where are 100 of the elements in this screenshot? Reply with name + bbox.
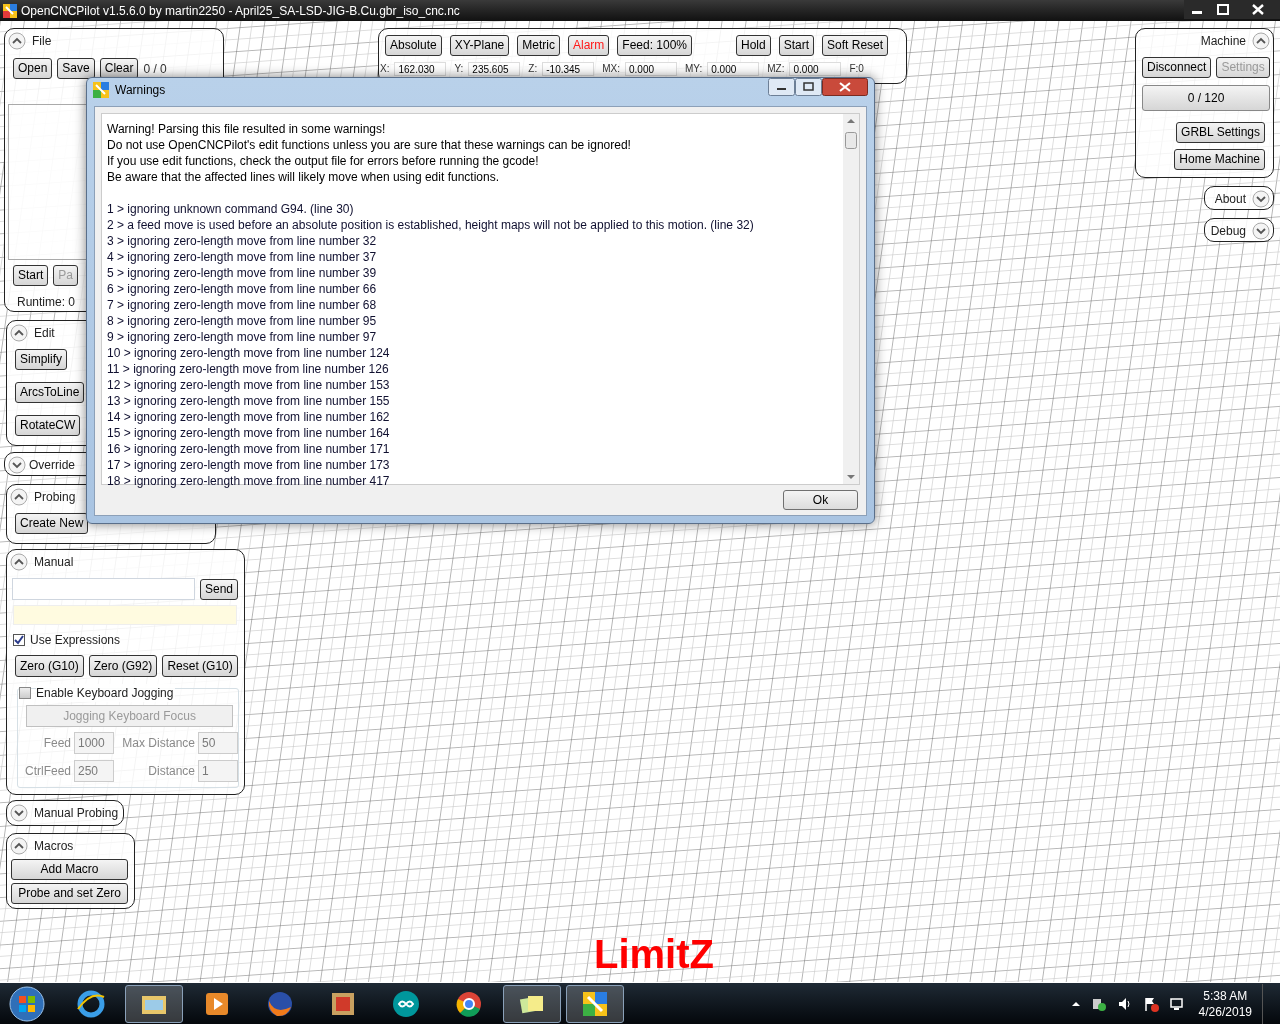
close-icon[interactable]: [822, 78, 868, 96]
mode-button[interactable]: Feed: 100%: [617, 35, 693, 56]
app-logo-icon: [93, 82, 109, 98]
app-logo-icon: [3, 3, 17, 18]
panel-title: Debug: [1210, 223, 1246, 240]
panel-title: Machine: [1200, 33, 1246, 50]
file-button[interactable]: Save: [57, 58, 95, 79]
warning-line: 2 > a feed move is used before an absolute position is established, height maps will not be applied to this motion. (line 32): [107, 217, 755, 233]
position-value: -10.345: [542, 61, 595, 76]
position-label: Y:: [454, 62, 464, 76]
edit-button[interactable]: ArcsToLine: [15, 382, 85, 403]
control-button[interactable]: Soft Reset: [822, 35, 889, 56]
file-count: 0 / 0: [143, 60, 167, 78]
edit-button[interactable]: RotateCW: [15, 415, 81, 436]
clock[interactable]: 5:38 AM 4/26/2019: [1198, 987, 1252, 1020]
limit-label: LimitZ: [594, 931, 714, 978]
warning-message: If you use edit functions, check the output file for errors before running the gcode!: [107, 153, 540, 169]
position-label: MX:: [602, 62, 621, 76]
clock-time: 5:38 AM: [1203, 987, 1248, 1004]
checkbox[interactable]: [19, 687, 31, 699]
control-button[interactable]: Start: [778, 35, 815, 56]
ok-button[interactable]: Ok: [783, 490, 858, 510]
panel-title: File: [32, 33, 52, 50]
zero-button[interactable]: Zero (G92): [88, 655, 158, 677]
position-value: 162.030: [394, 61, 447, 76]
position-value: 235.605: [468, 61, 521, 76]
panel-title: Manual Probing: [34, 805, 119, 822]
collapse-chevron-icon[interactable]: [10, 324, 28, 342]
collapse-chevron-icon[interactable]: [10, 488, 28, 506]
panel-title: Edit: [34, 325, 55, 342]
input-field[interactable]: 1: [198, 760, 238, 782]
network-icon[interactable]: [1168, 995, 1185, 1012]
panel-title: Macros: [34, 838, 74, 855]
checkbox[interactable]: [13, 634, 25, 646]
dialog-title: Warnings: [115, 82, 166, 99]
run-button[interactable]: Start: [13, 265, 49, 286]
notes-icon[interactable]: [503, 984, 561, 1023]
minimize-icon[interactable]: [768, 78, 795, 96]
close-icon[interactable]: [1236, 0, 1280, 19]
expand-chevron-icon[interactable]: [1252, 190, 1270, 208]
edit-button[interactable]: Simplify: [15, 349, 67, 370]
warning-line: 1 > ignoring unknown command G94. (line 30): [107, 201, 355, 217]
warning-line: 5 > ignoring zero-length move from line number 39: [107, 265, 378, 281]
collapse-chevron-icon[interactable]: [10, 837, 28, 855]
start-button[interactable]: [8, 984, 46, 1023]
warning-line: 17 > ignoring zero-length move from line number 173: [107, 457, 391, 473]
collapse-chevron-icon[interactable]: [1252, 32, 1270, 50]
home-machine-button[interactable]: Home Machine: [1174, 149, 1265, 170]
position-label: MY:: [685, 62, 703, 76]
expand-chevron-icon[interactable]: [1252, 222, 1270, 240]
warning-message: Warning! Parsing this file resulted in some warnings!: [107, 121, 387, 137]
machine-button[interactable]: Disconnect: [1142, 57, 1212, 78]
panel-title: Probing: [34, 489, 76, 506]
warning-line: 10 > ignoring zero-length move from line number 124: [107, 345, 391, 361]
minimize-icon[interactable]: [1184, 0, 1210, 19]
collapse-chevron-icon[interactable]: [8, 32, 26, 50]
grbl-settings-button[interactable]: GRBL Settings: [1176, 122, 1265, 143]
input-field[interactable]: 250: [74, 760, 114, 782]
warning-line: 11 > ignoring zero-length move from line number 126: [107, 361, 390, 377]
position-label: MZ:: [767, 62, 785, 76]
panel-title: Manual: [34, 554, 74, 571]
input-field[interactable]: 1000: [74, 732, 114, 754]
checkbox-label: Enable Keyboard Jogging: [36, 684, 176, 702]
file-button[interactable]: Open: [13, 58, 53, 79]
expand-chevron-icon[interactable]: [8, 456, 26, 474]
expand-chevron-icon[interactable]: [10, 804, 28, 822]
position-value: 0.000: [707, 61, 760, 76]
macro-button[interactable]: Add Macro: [11, 859, 128, 880]
warning-message: Do not use OpenCNCPilot's edit functions unless you are sure that these warnings can be ignored!: [107, 137, 632, 153]
command-input-field[interactable]: [12, 578, 195, 600]
scrollbar[interactable]: [843, 114, 859, 484]
zero-button[interactable]: Zero (G10): [15, 655, 84, 677]
file-button[interactable]: Clear: [99, 58, 139, 79]
macro-button[interactable]: Probe and set Zero: [11, 883, 128, 904]
flag-icon[interactable]: [1142, 995, 1159, 1012]
control-button[interactable]: Hold: [736, 35, 771, 56]
probing-button[interactable]: Create New: [15, 513, 89, 534]
checkbox-label: Use Expressions: [30, 632, 121, 649]
warning-line: 13 > ignoring zero-length move from line number 155: [107, 393, 391, 409]
warning-line: 4 > ignoring zero-length move from line number 37: [107, 249, 378, 265]
app-logo-icon[interactable]: [566, 984, 624, 1023]
send-button[interactable]: Send: [200, 578, 239, 600]
warning-line: 7 > ignoring zero-length move from line number 68: [107, 297, 378, 313]
mode-button[interactable]: Absolute: [385, 35, 442, 56]
collapse-chevron-icon[interactable]: [10, 553, 28, 571]
panel-title: Override: [29, 457, 75, 474]
mode-button[interactable]: XY-Plane: [449, 35, 510, 56]
input-field[interactable]: 50: [198, 732, 238, 754]
position-value: 0.000: [789, 61, 842, 76]
clock-date: 4/26/2019: [1198, 1003, 1252, 1020]
mode-button[interactable]: Metric: [517, 35, 560, 56]
runtime-label: Runtime: 0: [17, 294, 76, 311]
zero-button[interactable]: Reset (G10): [162, 655, 238, 677]
buffer-button[interactable]: 0 / 120: [1142, 85, 1270, 111]
folder-icon[interactable]: [125, 984, 183, 1023]
warning-line: 12 > ignoring zero-length move from line number 153: [107, 377, 391, 393]
position-label: X:: [380, 62, 390, 76]
warning-message: Be aware that the affected lines will likely move when using edit functions.: [107, 169, 500, 185]
warning-line: 3 > ignoring zero-length move from line number 32: [107, 233, 378, 249]
warning-line: 15 > ignoring zero-length move from line number 164: [107, 425, 391, 441]
